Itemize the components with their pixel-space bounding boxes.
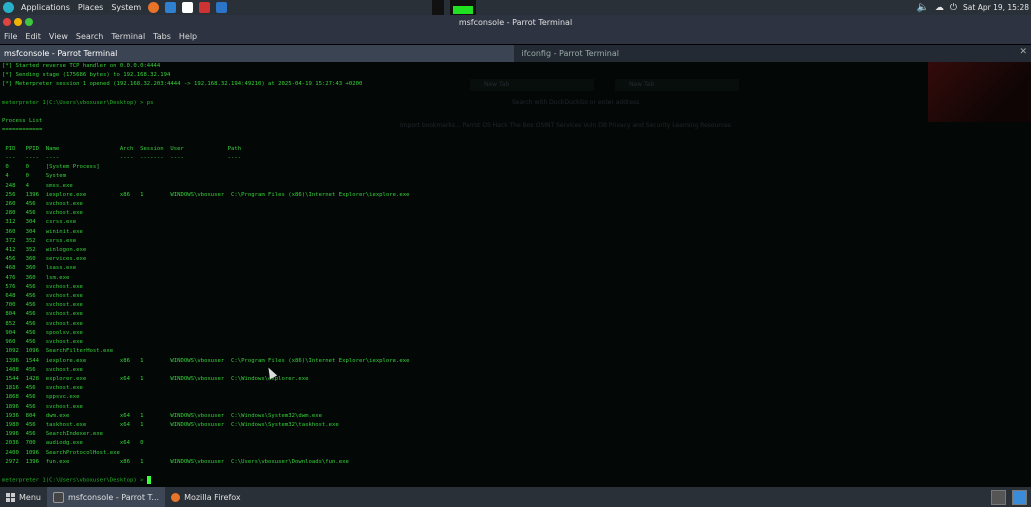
clock[interactable]: Sat Apr 19, 15:28: [963, 3, 1029, 12]
terminal-menubar: File Edit View Search Terminal Tabs Help: [0, 30, 1031, 44]
background-wallpaper: [928, 62, 1031, 122]
bottom-panel: Menu msfconsole - Parrot T... Mozilla Fi…: [0, 487, 1031, 507]
terminal-tabs: msfconsole - Parrot Terminal ifconfig - …: [0, 45, 1031, 62]
window-titlebar[interactable]: msfconsole - Parrot Terminal: [0, 15, 1031, 30]
terminal-line: 468 360 lsass.exe: [2, 265, 77, 272]
terminal-line: 2972 1396 fun.exe x86 1 WINDOWS\vboxuser…: [2, 458, 349, 465]
terminal-line: 1396 1544 iexplore.exe x86 1 WINDOWS\vbo…: [2, 357, 410, 364]
terminal-line: 4 0 System: [2, 173, 66, 180]
terminal-line: 1544 1428 explorer.exe x64 1 WINDOWS\vbo…: [2, 375, 309, 382]
menu-terminal[interactable]: Terminal: [107, 30, 149, 44]
terminal-line: 280 456 svchost.exe: [2, 210, 83, 217]
files-launcher-icon[interactable]: [199, 2, 211, 13]
terminal-line: 360 304 wininit.exe: [2, 228, 83, 235]
tray-indicator: [432, 0, 444, 15]
terminal-text: [*] Started reverse TCP handler on 0.0.0…: [2, 62, 410, 486]
terminal-line: 456 360 services.exe: [2, 256, 87, 263]
terminal-line: 260 456 svchost.exe: [2, 201, 83, 208]
terminal-line: --- ---- ---- ---- ------- ---- ----: [2, 155, 242, 162]
terminal-line: 372 352 csrss.exe: [2, 237, 77, 244]
menu-file[interactable]: File: [0, 30, 21, 44]
task-label: msfconsole - Parrot T...: [67, 492, 160, 502]
task-label: Mozilla Firefox: [184, 492, 241, 502]
workspace-switcher-icon[interactable]: [1012, 490, 1027, 505]
terminal-line: [*] Sending stage (175686 bytes) to 192.…: [2, 72, 171, 79]
menu-search[interactable]: Search: [72, 30, 107, 44]
terminal-line: 2400 1096 SearchProtocolHost.exe: [2, 449, 120, 456]
terminal-output-area[interactable]: New Tab New Tab Search with DuckDuckGo o…: [0, 62, 1031, 487]
terminal-line: meterpreter 1(C:\Users\vboxuser\Desktop)…: [2, 477, 147, 484]
menu-label: Menu: [19, 492, 41, 502]
tab-msfconsole[interactable]: msfconsole - Parrot Terminal: [0, 45, 514, 62]
terminal-line: 312 304 csrss.exe: [2, 219, 77, 226]
terminal-line: 412 352 winlogon.exe: [2, 247, 87, 254]
show-desktop-icon[interactable]: [991, 490, 1006, 505]
firefox-launcher-icon[interactable]: [148, 2, 160, 13]
places-menu[interactable]: Places: [74, 3, 107, 12]
ghost-tab: New Tab: [615, 79, 739, 91]
terminal-line: 1092 1096 SearchFilterHost.exe: [2, 348, 114, 355]
terminal-line: 1868 456 sppsvc.exe: [2, 394, 80, 401]
terminal-line: 904 456 spoolsv.exe: [2, 329, 83, 336]
power-icon[interactable]: ⏻: [950, 3, 957, 13]
ghost-bookmarks: Import bookmarks... Parrot OS Hack The B…: [400, 122, 731, 129]
tab-label: ifconfig - Parrot Terminal: [521, 49, 620, 58]
close-window-button[interactable]: [3, 18, 11, 26]
terminal-line: Process List: [2, 118, 43, 125]
terminal-launcher-icon[interactable]: [165, 2, 177, 13]
terminal-icon: [52, 491, 64, 503]
terminal-line: 1408 456 svchost.exe: [2, 366, 83, 373]
tab-ifconfig[interactable]: ifconfig - Parrot Terminal: [514, 45, 1031, 62]
terminal-line: 700 456 svchost.exe: [2, 302, 83, 309]
window-title: msfconsole - Parrot Terminal: [458, 18, 573, 27]
ghost-url: Search with DuckDuckGo or enter address: [512, 99, 640, 106]
firefox-icon: [171, 492, 181, 502]
terminal-line: 476 360 lsm.exe: [2, 274, 70, 281]
parrot-logo-icon[interactable]: [3, 2, 14, 13]
top-panel: Applications Places System 🔈 ☁ ⏻ Sat Apr…: [0, 0, 1031, 15]
volume-icon[interactable]: 🔈: [916, 2, 928, 13]
terminal-line: 852 456 svchost.exe: [2, 320, 83, 327]
tab-label: msfconsole - Parrot Terminal: [4, 49, 118, 58]
text-cursor: [146, 476, 151, 485]
terminal-line: 960 456 svchost.exe: [2, 339, 83, 346]
transparent-browser-ghost: New Tab New Tab Search with DuckDuckGo o…: [400, 79, 970, 199]
terminal-line: [*] Started reverse TCP handler on 0.0.0…: [2, 63, 161, 69]
text-editor-launcher-icon[interactable]: [182, 2, 194, 13]
applications-menu[interactable]: Applications: [17, 3, 74, 12]
terminal-line: 1936 804 dwm.exe x64 1 WINDOWS\vboxuser …: [2, 412, 322, 419]
terminal-line: meterpreter 1(C:\Users\vboxuser\Desktop)…: [2, 99, 154, 106]
terminal-line: 1980 456 taskhost.exe x64 1 WINDOWS\vbox…: [2, 421, 339, 428]
network-icon[interactable]: ☁: [935, 3, 944, 13]
menu-help[interactable]: Help: [175, 30, 201, 44]
main-menu-button[interactable]: Menu: [0, 492, 47, 502]
system-menu[interactable]: System: [107, 3, 145, 12]
terminal-line: [*] Meterpreter session 1 opened (192.16…: [2, 81, 363, 88]
terminal-line: 804 456 svchost.exe: [2, 311, 83, 318]
menu-edit[interactable]: Edit: [21, 30, 45, 44]
terminal-line: 648 456 svchost.exe: [2, 293, 83, 300]
taskbar-item-firefox[interactable]: Mozilla Firefox: [165, 487, 247, 507]
terminal-line: 248 4 smss.exe: [2, 182, 73, 189]
vscode-launcher-icon[interactable]: [216, 2, 228, 13]
ghost-tab: New Tab: [470, 79, 594, 91]
terminal-line: 2036 700 audiodg.exe x64 0: [2, 440, 144, 447]
terminal-line: ============: [2, 127, 43, 134]
terminal-line: 1996 456 SearchIndexer.exe: [2, 431, 104, 438]
terminal-line: 576 456 svchost.exe: [2, 283, 83, 290]
cpu-monitor-icon[interactable]: [450, 0, 476, 15]
menu-grid-icon: [6, 492, 15, 502]
minimize-window-button[interactable]: [14, 18, 22, 26]
terminal-line: 256 1396 iexplore.exe x86 1 WINDOWS\vbox…: [2, 191, 410, 198]
menu-tabs[interactable]: Tabs: [149, 30, 175, 44]
close-tab-icon[interactable]: ✕: [1019, 47, 1027, 57]
menu-view[interactable]: View: [45, 30, 72, 44]
terminal-line: 1896 456 svchost.exe: [2, 403, 83, 410]
maximize-window-button[interactable]: [25, 18, 33, 26]
taskbar-item-msfconsole[interactable]: msfconsole - Parrot T...: [46, 487, 166, 507]
terminal-line: 1816 456 svchost.exe: [2, 385, 83, 392]
terminal-line: PID PPID Name Arch Session User Path: [2, 145, 242, 152]
terminal-line: 0 0 [System Process]: [2, 164, 100, 171]
